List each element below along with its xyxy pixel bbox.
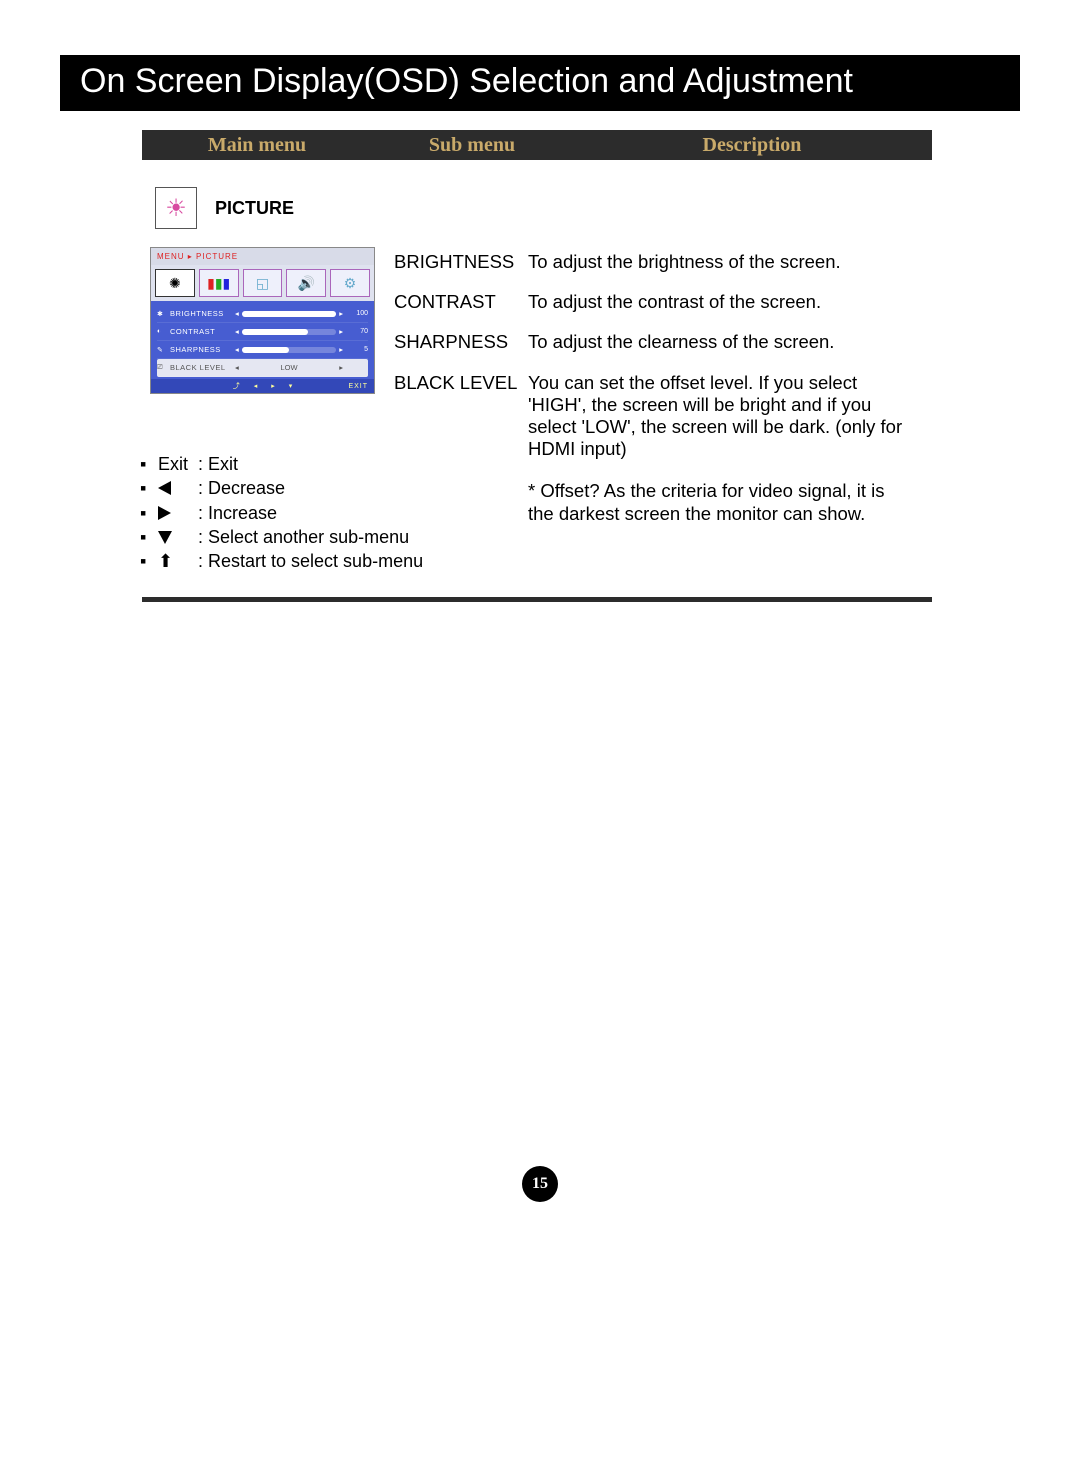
volume-tab-icon: 🔊 [286, 269, 326, 297]
osd-row-value: 100 [346, 310, 368, 317]
desc-row: SHARPNESS To adjust the clearness of the… [394, 331, 914, 353]
submenu-name: SHARPNESS [394, 331, 528, 353]
slider [242, 347, 336, 353]
osd-tabs: ✺ ▮▮▮ ◱ 🔊 ⚙ [151, 265, 374, 301]
chevron-right-icon: ▸ [271, 382, 275, 390]
triangle-right-icon [158, 506, 171, 520]
contrast-icon: ◐ [157, 328, 167, 335]
legend-text: : Exit [198, 452, 238, 476]
chevron-right-icon: ▸ [339, 309, 343, 318]
header-description: Description [572, 134, 932, 157]
submenu-desc: To adjust the brightness of the screen. [528, 251, 914, 273]
page-title-bar: On Screen Display(OSD) Selection and Adj… [60, 55, 1020, 111]
legend-row: ▪ : Select another sub-menu [140, 525, 423, 549]
submenu-descriptions: BRIGHTNESS To adjust the brightness of t… [394, 251, 914, 525]
legend-text: : Select another sub-menu [198, 525, 409, 549]
legend-row: ▪ : Decrease [140, 476, 423, 500]
legend-row: ▪ : Increase [140, 501, 423, 525]
desc-row: BRIGHTNESS To adjust the brightness of t… [394, 251, 914, 273]
slider [242, 329, 336, 335]
column-header-row: Main menu Sub menu Description [142, 130, 932, 160]
home-icon: ⤴ [233, 381, 240, 391]
triangle-left-icon [158, 481, 171, 495]
level-icon: ⎚ [157, 364, 167, 372]
slider [242, 311, 336, 317]
osd-row-brightness: ✱ BRIGHTNESS ◂ ▸ 100 [157, 305, 368, 323]
triangle-down-icon [158, 531, 172, 544]
brightness-icon: ☀ [155, 187, 197, 229]
osd-row-label: BLACK LEVEL [170, 363, 232, 372]
divider [142, 597, 932, 602]
chevron-down-icon: ▾ [289, 382, 293, 390]
brightness-tab-icon: ✺ [155, 269, 195, 297]
legend-text: : Decrease [198, 476, 285, 500]
osd-row-sharpness: ✎ SHARPNESS ◂ ▸ 5 [157, 341, 368, 359]
submenu-name: CONTRAST [394, 291, 528, 313]
osd-row-value: 70 [346, 328, 368, 335]
osd-body: ✱ BRIGHTNESS ◂ ▸ 100 ◐ CONTRAST ◂ ▸ 70 ✎… [151, 301, 374, 379]
chevron-left-icon: ◂ [235, 363, 239, 372]
submenu-desc: To adjust the contrast of the screen. [528, 291, 914, 313]
page-title: On Screen Display(OSD) Selection and Adj… [80, 62, 1000, 101]
osd-row-label: SHARPNESS [170, 345, 232, 354]
osd-breadcrumb: MENU ▸ PICTURE [151, 248, 374, 265]
desc-row: CONTRAST To adjust the contrast of the s… [394, 291, 914, 313]
osd-row-label: CONTRAST [170, 327, 232, 336]
button-legend: ▪ Exit : Exit ▪ : Decrease ▪ : Increase … [140, 452, 423, 573]
chevron-left-icon: ◂ [235, 345, 239, 354]
submenu-name: BRIGHTNESS [394, 251, 528, 273]
osd-row-value: 5 [346, 346, 368, 353]
chevron-right-icon: ▸ [339, 363, 343, 372]
osd-row-label: BRIGHTNESS [170, 309, 232, 318]
home-up-icon: ⬆ [158, 552, 173, 570]
header-main-menu: Main menu [142, 134, 372, 157]
chevron-right-icon: ▸ [339, 345, 343, 354]
section-label: ☀ PICTURE [155, 187, 294, 229]
settings-tab-icon: ⚙ [330, 269, 370, 297]
submenu-desc: To adjust the clearness of the screen. [528, 331, 914, 353]
display-tab-icon: ◱ [243, 269, 283, 297]
pen-icon: ✎ [157, 346, 167, 354]
legend-text: : Restart to select sub-menu [198, 549, 423, 573]
star-icon: ✱ [157, 310, 167, 318]
legend-text: : Increase [198, 501, 277, 525]
chevron-right-icon: ▸ [339, 327, 343, 336]
osd-exit-label: EXIT [348, 383, 368, 390]
osd-footer: ⤴ ◂ ▸ ▾ EXIT [151, 379, 374, 393]
desc-row: BLACK LEVEL You can set the offset level… [394, 372, 914, 461]
section-name: PICTURE [215, 198, 294, 219]
offset-note: * Offset? As the criteria for video sign… [394, 480, 914, 524]
color-tab-icon: ▮▮▮ [199, 269, 239, 297]
chevron-left-icon: ◂ [235, 309, 239, 318]
legend-row: ▪ ⬆ : Restart to select sub-menu [140, 549, 423, 573]
submenu-name: BLACK LEVEL [394, 372, 528, 461]
osd-screenshot: MENU ▸ PICTURE ✺ ▮▮▮ ◱ 🔊 ⚙ ✱ BRIGHTNESS … [150, 247, 375, 394]
exit-label: Exit [158, 452, 198, 476]
legend-row: ▪ Exit : Exit [140, 452, 423, 476]
page-number: 15 [522, 1166, 558, 1202]
header-sub-menu: Sub menu [372, 134, 572, 157]
osd-row-contrast: ◐ CONTRAST ◂ ▸ 70 [157, 323, 368, 341]
osd-row-blacklevel: ⎚ BLACK LEVEL ◂ LOW ▸ [157, 359, 368, 377]
chevron-left-icon: ◂ [235, 327, 239, 336]
osd-row-value: LOW [242, 363, 336, 372]
submenu-desc: You can set the offset level. If you sel… [528, 372, 914, 461]
chevron-left-icon: ◂ [254, 382, 258, 390]
